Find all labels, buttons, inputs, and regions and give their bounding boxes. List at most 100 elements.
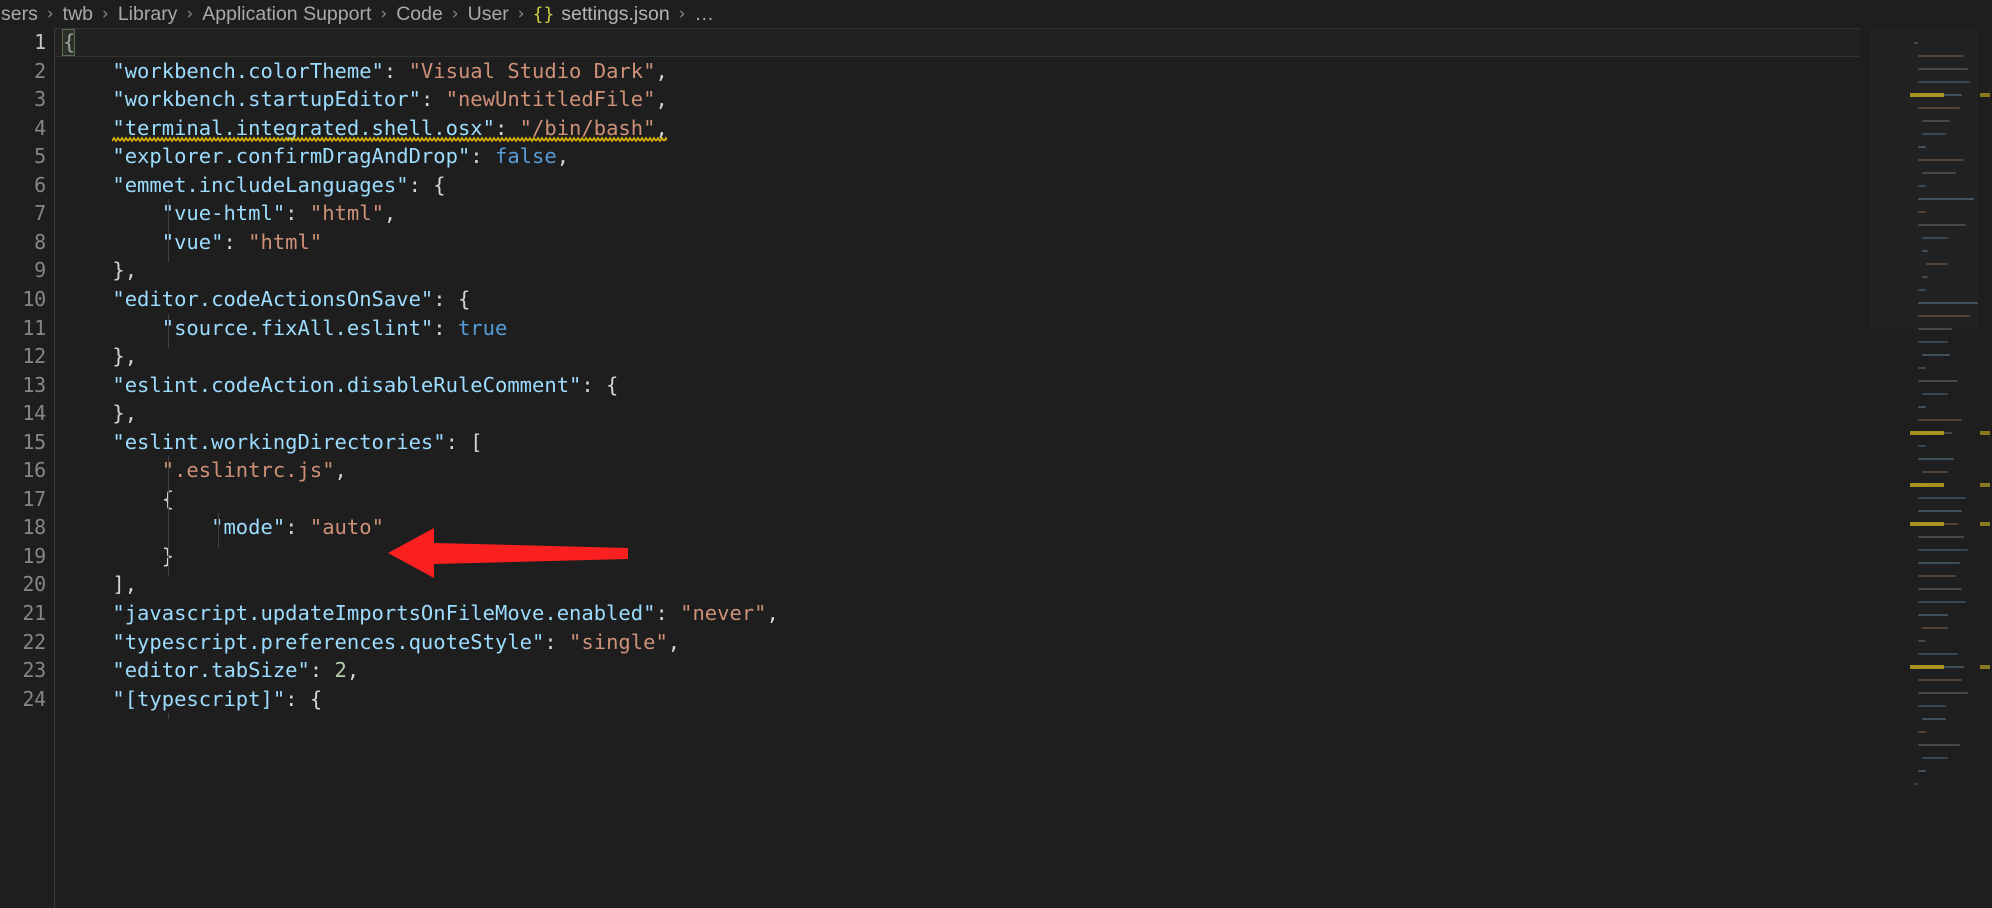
token-punct: : (285, 515, 310, 540)
line-number: 16 (22, 458, 46, 483)
code-line[interactable]: "vue-html": "html", (55, 199, 397, 228)
minimap-code-row (1918, 380, 1958, 382)
code-line[interactable]: "explorer.confirmDragAndDrop": false, (55, 142, 569, 171)
token-key: "emmet.includeLanguages" (112, 172, 409, 197)
code-line[interactable]: "emmet.includeLanguages": { (55, 171, 445, 200)
token-punct: }, (112, 258, 138, 283)
code-line[interactable]: "javascript.updateImportsOnFileMove.enab… (55, 599, 779, 628)
breadcrumb-separator: › (102, 4, 109, 24)
minimap-code-row (1918, 198, 1974, 200)
code-line[interactable]: "eslint.workingDirectories": [ (55, 428, 482, 457)
code-line[interactable]: ".eslintrc.js", (55, 456, 347, 485)
code-line[interactable]: { (55, 485, 174, 514)
code-line[interactable]: "editor.tabSize": 2, (55, 656, 359, 685)
token-punct: : (544, 629, 570, 654)
minimap-code-row (1918, 367, 1926, 369)
token-key: "workbench.colorTheme" (112, 58, 384, 83)
token-punct: : (433, 315, 458, 340)
minimap-code-row (1918, 146, 1926, 148)
token-punct: , (346, 658, 360, 683)
breadcrumb-item-settings-json[interactable]: settings.json (560, 3, 670, 26)
current-line-highlight (0, 28, 1860, 57)
code-line[interactable]: "mode": "auto" (55, 513, 384, 542)
minimap-warning-marker (1910, 522, 1944, 526)
minimap-code-row (1918, 315, 1970, 317)
minimap-code-row (1918, 341, 1948, 343)
code-line[interactable]: "workbench.startupEditor": "newUntitledF… (55, 85, 667, 114)
line-number: 1 (34, 30, 46, 54)
code-line[interactable]: }, (55, 256, 137, 285)
code-line[interactable]: "source.fixAll.eslint": true (55, 314, 508, 343)
overview-ruler-warning-mark (1980, 93, 1990, 97)
token-punct: , (334, 458, 347, 483)
breadcrumb-item-user[interactable]: User (467, 3, 510, 26)
minimap[interactable] (1870, 28, 1978, 908)
code-line[interactable]: ], (55, 570, 137, 599)
minimap-code-row (1922, 471, 1948, 473)
token-punct: : (223, 229, 249, 254)
line-number: 10 (22, 286, 46, 311)
indent-guide (168, 313, 170, 348)
minimap-code-row (1922, 120, 1950, 122)
minimap-code-row (1922, 627, 1948, 629)
minimap-slider[interactable] (1870, 28, 1978, 328)
token-key: "[typescript]" (112, 686, 286, 711)
code-line[interactable]: "editor.codeActionsOnSave": { (55, 285, 470, 314)
code-line[interactable]: "typescript.preferences.quoteStyle": "si… (55, 628, 680, 657)
minimap-code-row (1922, 718, 1946, 720)
breadcrumb-item-code[interactable]: Code (395, 3, 444, 26)
minimap-code-row (1918, 705, 1946, 707)
breadcrumb-item-library[interactable]: Library (117, 3, 179, 26)
minimap-warning-marker (1910, 483, 1944, 487)
code-editor[interactable]: 1 2 3 4 5 6 7 8 9 10 11 12 13 14 15 16 17 18 19 20 21 22 23 24 … (0, 28, 1992, 908)
minimap-code-row (1918, 692, 1968, 694)
line-number: 11 (22, 315, 46, 340)
line-number: 8 (34, 229, 46, 254)
line-number: 15 (22, 429, 46, 454)
token-key: "workbench.startupEditor" (112, 87, 421, 112)
code-content[interactable]: { "workbench.colorTheme": "Visual Studio… (55, 28, 1925, 908)
token-key: "vue-html" (161, 201, 286, 226)
line-number: 3 (34, 87, 46, 112)
minimap-code-row (1918, 55, 1964, 57)
minimap-code-row (1918, 107, 1960, 109)
code-line[interactable]: "eslint.codeAction.disableRuleComment": … (55, 371, 618, 400)
minimap-code-row (1926, 263, 1948, 265)
minimap-code-row (1922, 237, 1948, 239)
overview-ruler-scrollbar[interactable] (1978, 28, 1992, 908)
breadcrumb-separator: › (380, 4, 388, 24)
line-number: 12 (22, 344, 46, 369)
token-punct: , (383, 201, 397, 226)
breadcrumb-item-[interactable]: … (694, 3, 716, 26)
breadcrumb[interactable]: sers › twb › Library › Application Support › Cod… (0, 0, 1992, 28)
breadcrumb-item-application-support[interactable]: Application Support (201, 3, 372, 26)
breadcrumb-item-sers[interactable]: sers (0, 3, 39, 26)
token-key: "eslint.codeAction.disableRuleComment" (112, 372, 582, 397)
token-key: "vue" (161, 229, 224, 254)
code-line[interactable]: "[typescript]": { (55, 685, 322, 714)
code-line[interactable]: }, (55, 399, 137, 428)
code-line[interactable]: }, (55, 342, 137, 371)
code-line[interactable]: "vue": "html" (55, 228, 322, 257)
token-punct: }, (112, 401, 138, 426)
line-number: 21 (22, 601, 46, 625)
line-number: 13 (22, 372, 46, 397)
code-line[interactable]: } (55, 542, 174, 571)
line-number-gutter: 1 2 3 4 5 6 7 8 9 10 11 12 13 14 15 16 17 18 19 20 21 22 23 24 (0, 28, 54, 908)
code-line[interactable]: "workbench.colorTheme": "Visual Studio D… (55, 57, 667, 86)
minimap-code-row (1918, 458, 1954, 460)
minimap-code-row (1918, 614, 1948, 616)
minimap-code-row (1918, 601, 1966, 603)
breadcrumb-item-twb[interactable]: twb (62, 3, 94, 26)
overview-ruler-warning-mark (1980, 431, 1990, 435)
